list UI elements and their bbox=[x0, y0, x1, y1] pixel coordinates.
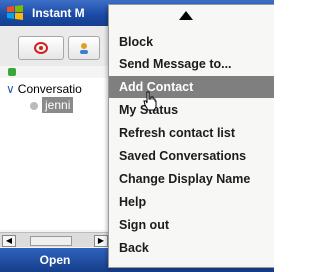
scroll-left-icon[interactable]: ◀ bbox=[2, 235, 16, 247]
menu-item-help[interactable]: Help bbox=[109, 191, 274, 213]
scroll-thumb[interactable] bbox=[30, 236, 72, 246]
menu-item-refresh-contact-list[interactable]: Refresh contact list bbox=[109, 122, 274, 144]
tree-group-conversations[interactable]: ∨ Conversatio bbox=[6, 82, 82, 96]
chevron-down-icon: ∨ bbox=[6, 82, 15, 96]
status-strip bbox=[0, 66, 110, 78]
screen: Instant M ∨ Conversatio jenni ◀ ▶ Open B… bbox=[0, 0, 274, 272]
contacts-icon bbox=[80, 43, 88, 54]
contact-status-icon bbox=[30, 101, 38, 110]
scroll-right-icon[interactable]: ▶ bbox=[94, 235, 108, 247]
menu-item-send-message[interactable]: Send Message to... bbox=[109, 53, 274, 75]
window-title: Instant M bbox=[32, 6, 85, 20]
contact-name: jenni bbox=[42, 97, 74, 113]
menu-item-change-display-name[interactable]: Change Display Name bbox=[109, 168, 274, 190]
menu-item-sign-out[interactable]: Sign out bbox=[109, 214, 274, 236]
tree-item-contact[interactable]: jenni bbox=[30, 97, 74, 113]
context-menu: Block Send Message to... Add Contact My … bbox=[108, 4, 274, 268]
hand-cursor-icon bbox=[143, 91, 157, 111]
softkey-open-button[interactable]: Open bbox=[0, 248, 110, 272]
conversation-tree: ∨ Conversatio jenni bbox=[0, 78, 110, 230]
menu-item-add-contact[interactable]: Add Contact bbox=[109, 76, 274, 98]
tab-contacts[interactable] bbox=[68, 36, 100, 60]
online-status-icon bbox=[8, 68, 16, 76]
menu-item-my-status[interactable]: My Status bbox=[109, 99, 274, 121]
messenger-icon bbox=[34, 42, 48, 54]
horizontal-scrollbar[interactable]: ◀ ▶ bbox=[0, 232, 110, 247]
tree-group-label: Conversatio bbox=[17, 82, 82, 96]
windows-flag-icon[interactable] bbox=[6, 4, 24, 22]
menu-item-saved-conversations[interactable]: Saved Conversations bbox=[109, 145, 274, 167]
tab-row bbox=[0, 26, 110, 67]
menu-item-back[interactable]: Back bbox=[109, 237, 274, 259]
menu-item-block[interactable]: Block bbox=[109, 31, 274, 53]
menu-scroll-up-icon[interactable] bbox=[179, 11, 193, 20]
tab-messenger[interactable] bbox=[18, 36, 64, 60]
